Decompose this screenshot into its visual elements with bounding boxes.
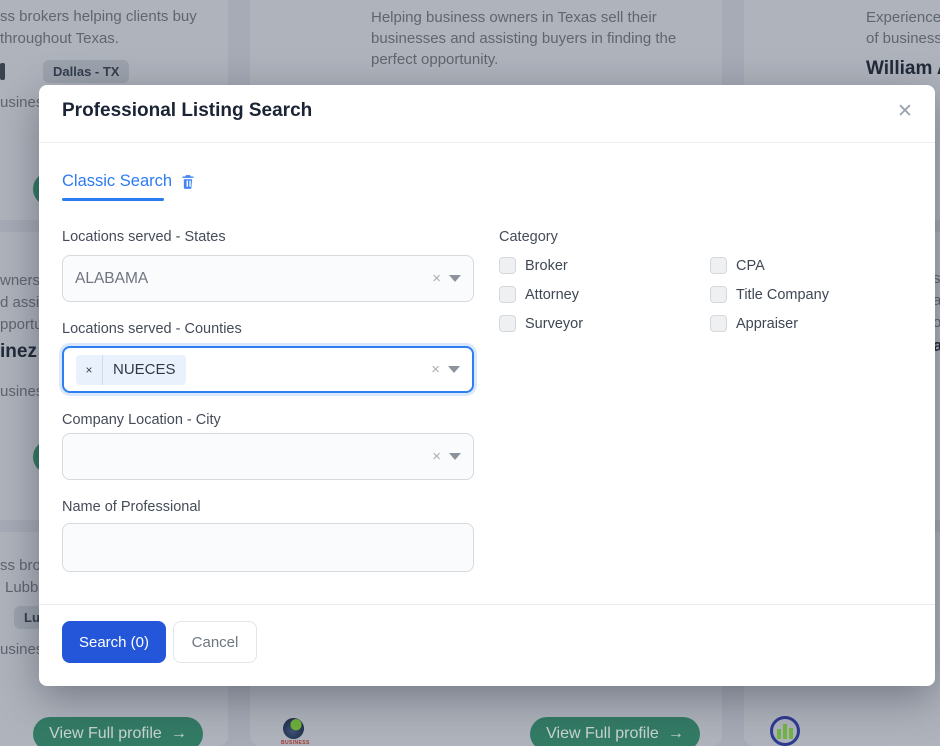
button-label: View Full profile: [546, 725, 659, 743]
checkbox-surveyor[interactable]: [499, 315, 516, 332]
button-label: View Full profile: [49, 725, 162, 743]
professional-name-label: Name of Professional: [62, 499, 201, 515]
counties-select[interactable]: × NUECES ×: [62, 346, 474, 393]
card-description-line: perfect opportunity.: [371, 51, 498, 68]
caret-down-icon[interactable]: [448, 348, 460, 391]
location-badge: Dallas - TX: [43, 60, 129, 83]
counties-label: Locations served - Counties: [62, 321, 242, 337]
clear-icon[interactable]: ×: [432, 256, 441, 301]
caret-down-icon[interactable]: [449, 434, 461, 479]
category-option-attorney[interactable]: Attorney: [499, 286, 579, 303]
checkbox-label: Surveyor: [525, 316, 583, 332]
view-full-profile-button[interactable]: View Full profile →: [530, 717, 700, 746]
text-fragment: usines: [0, 641, 43, 658]
selected-county-chip: × NUECES: [76, 355, 186, 385]
arrow-right-icon: →: [171, 725, 187, 743]
card-description-line: throughout Texas.: [0, 30, 119, 47]
states-select[interactable]: ALABAMA ×: [62, 255, 474, 302]
tab-active-underline: [62, 198, 164, 201]
text-fragment: [0, 63, 5, 80]
checkbox-cpa[interactable]: [710, 257, 727, 274]
modal-title: Professional Listing Search: [62, 100, 312, 122]
card-description-line: pportu: [0, 316, 43, 333]
company-logo-caption: BUSINESS: [281, 740, 310, 746]
header-divider: [39, 142, 935, 143]
text-fragment: usines: [0, 94, 43, 111]
search-button[interactable]: Search (0): [62, 621, 166, 663]
caret-down-icon[interactable]: [449, 256, 461, 301]
category-label: Category: [499, 229, 558, 245]
company-logo-chart: [770, 716, 800, 746]
professional-name-input[interactable]: [62, 523, 474, 572]
card-description-line: of businesse: [866, 30, 940, 47]
category-option-appraiser[interactable]: Appraiser: [710, 315, 798, 332]
clear-icon[interactable]: ×: [431, 348, 440, 391]
broker-name: William A: [866, 58, 940, 80]
checkbox-label: Title Company: [736, 287, 829, 303]
category-option-surveyor[interactable]: Surveyor: [499, 315, 583, 332]
text-fragment: usines: [0, 383, 43, 400]
cancel-button[interactable]: Cancel: [173, 621, 257, 663]
trash-icon[interactable]: [179, 173, 197, 191]
states-label: Locations served - States: [62, 229, 226, 245]
close-icon[interactable]: ✕: [891, 97, 919, 125]
broker-photo: [768, 8, 850, 95]
city-label: Company Location - City: [62, 412, 221, 428]
checkbox-label: Appraiser: [736, 316, 798, 332]
category-option-title-company[interactable]: Title Company: [710, 286, 829, 303]
category-option-broker[interactable]: Broker: [499, 257, 568, 274]
footer-divider: [39, 604, 935, 605]
checkbox-label: Broker: [525, 258, 568, 274]
view-full-profile-button[interactable]: View Full profile →: [33, 717, 203, 746]
checkbox-label: Attorney: [525, 287, 579, 303]
states-value: ALABAMA: [75, 270, 148, 288]
chip-remove-icon[interactable]: ×: [76, 355, 103, 385]
card-description-line: ss brokers helping clients buy: [0, 8, 197, 25]
arrow-right-icon: →: [668, 725, 684, 743]
card-description-line: Experienced: [866, 9, 940, 26]
company-logo-globe: [283, 718, 304, 739]
card-description-line: Helping business owners in Texas sell th…: [371, 9, 657, 26]
city-select[interactable]: ×: [62, 433, 474, 480]
checkbox-label: CPA: [736, 258, 765, 274]
checkbox-appraiser[interactable]: [710, 315, 727, 332]
page: ss brokers helping clients buy throughou…: [0, 0, 940, 746]
chip-label: NUECES: [103, 355, 186, 385]
clear-icon[interactable]: ×: [432, 434, 441, 479]
broker-photo: [275, 8, 355, 95]
broker-name: inez: [0, 341, 37, 363]
category-option-cpa[interactable]: CPA: [710, 257, 765, 274]
tab-classic-search[interactable]: Classic Search: [62, 172, 172, 191]
checkbox-broker[interactable]: [499, 257, 516, 274]
card-description-line: businesses and assisting buyers in findi…: [371, 30, 676, 47]
checkbox-title-company[interactable]: [710, 286, 727, 303]
professional-listing-search-modal: Professional Listing Search ✕ Classic Se…: [39, 85, 935, 686]
checkbox-attorney[interactable]: [499, 286, 516, 303]
